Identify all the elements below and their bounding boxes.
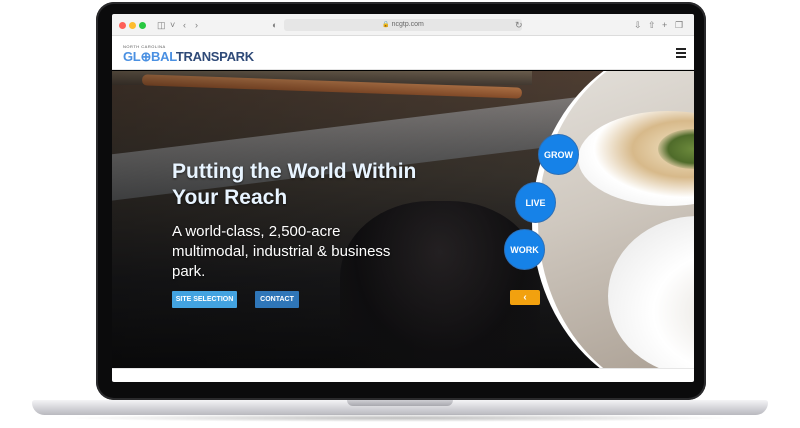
logo-wordmark: GL⊕BALTRANSPARK <box>123 49 254 64</box>
grow-button[interactable]: GROW <box>538 134 579 175</box>
plate-image-secondary <box>608 216 694 368</box>
site-selection-button[interactable]: SITE SELECTION <box>172 291 237 308</box>
work-button[interactable]: WORK <box>504 229 545 270</box>
page-content-strip <box>112 368 694 382</box>
site-header: NORTH CAROLINA GL⊕BALTRANSPARK <box>112 36 694 70</box>
lock-icon: 🔒 <box>382 22 390 28</box>
laptop-notch <box>347 400 453 406</box>
contact-button[interactable]: CONTACT <box>255 291 299 308</box>
share-icon[interactable]: ⇧ <box>648 19 656 31</box>
logo-global: GL⊕BAL <box>123 49 176 64</box>
zoom-window-button[interactable] <box>139 22 146 29</box>
address-url: ncgtp.com <box>391 21 424 28</box>
chevron-down-icon[interactable]: ˅ <box>170 19 175 31</box>
previous-slide-button[interactable]: ‹ <box>510 290 540 305</box>
close-window-button[interactable] <box>119 22 126 29</box>
new-tab-icon[interactable]: + <box>662 19 667 31</box>
menu-icon[interactable] <box>676 48 686 60</box>
tabs-overview-icon[interactable]: ❐ <box>675 19 683 31</box>
hero-banner: Putting the World Within Your Reach A wo… <box>112 71 694 368</box>
live-button[interactable]: LIVE <box>515 182 556 223</box>
browser-toolbar: ◫ ˅ ‹ › ◐ 🔒 ncgtp.com ↻ ⇩ ⇧ + ❐ <box>112 14 694 36</box>
minimize-window-button[interactable] <box>129 22 136 29</box>
forward-icon[interactable]: › <box>195 19 198 31</box>
sidebar-icon[interactable]: ◫ <box>157 19 166 31</box>
hero-subtitle: A world-class, 2,500-acre multimodal, in… <box>172 223 391 280</box>
logo-transpark: TRANSPARK <box>175 49 254 64</box>
download-icon[interactable]: ⇩ <box>634 19 642 31</box>
privacy-shield-icon[interactable]: ◐ <box>272 19 277 31</box>
site-logo[interactable]: NORTH CAROLINA GL⊕BALTRANSPARK <box>123 44 254 66</box>
back-icon[interactable]: ‹ <box>183 19 186 31</box>
reload-icon[interactable]: ↻ <box>515 19 523 31</box>
laptop-screen: ◫ ˅ ‹ › ◐ 🔒 ncgtp.com ↻ ⇩ ⇧ + ❐ NORTH CAR… <box>112 14 694 382</box>
laptop-shadow <box>60 414 740 422</box>
address-bar[interactable]: 🔒 ncgtp.com <box>284 19 522 31</box>
hero-title: Putting the World Within Your Reach <box>172 160 417 209</box>
